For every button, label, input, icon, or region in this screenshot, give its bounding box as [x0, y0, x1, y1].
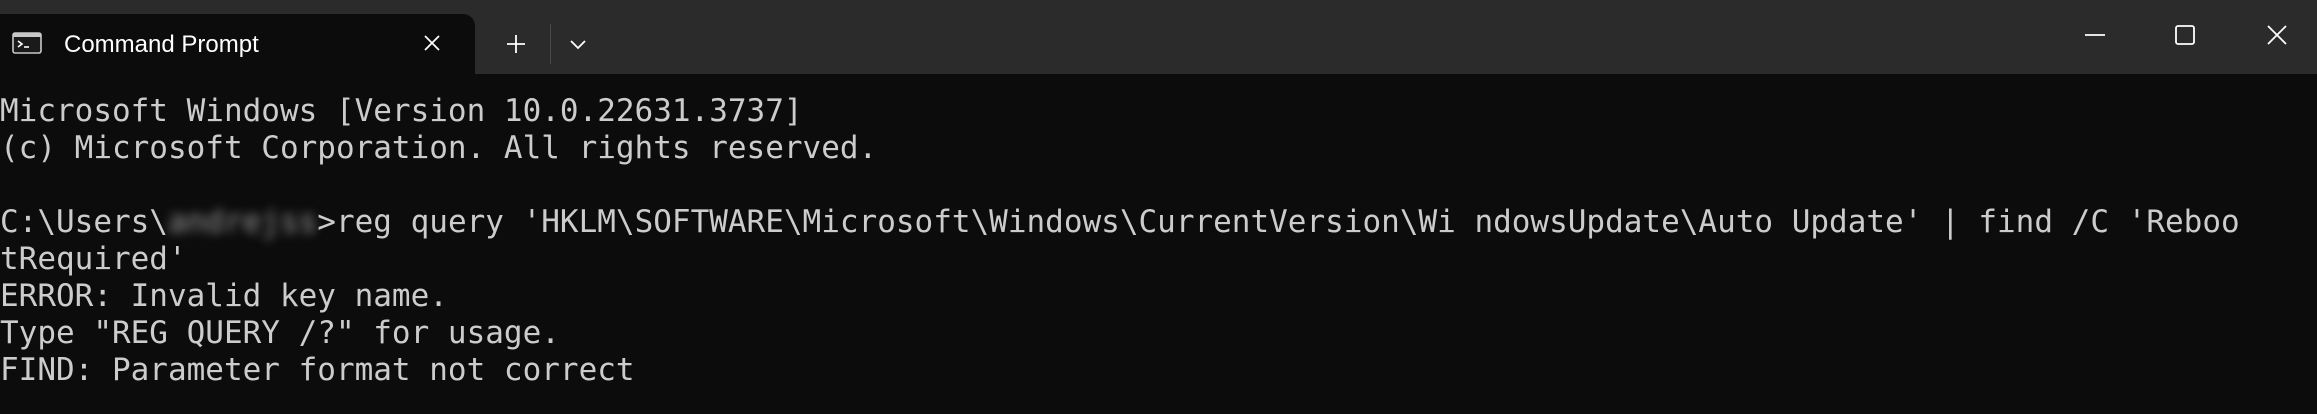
command-line-wrap: tRequired': [0, 241, 187, 277]
usage-line: Type "REG QUERY /?" for usage.: [0, 315, 560, 351]
command-prompt-icon: [12, 32, 42, 54]
command-line: C:\Users\andrejss>reg query 'HKLM\SOFTWA…: [0, 204, 2317, 241]
version-line: Microsoft Windows [Version 10.0.22631.37…: [0, 93, 803, 129]
command-text: >reg query 'HKLM\SOFTWARE\Microsoft\Wind…: [317, 204, 2240, 240]
terminal-output[interactable]: Microsoft Windows [Version 10.0.22631.37…: [0, 93, 2317, 389]
tab-divider: [550, 24, 551, 64]
chevron-down-icon: [570, 40, 586, 50]
minimize-button[interactable]: [2060, 10, 2130, 60]
close-icon: [2267, 25, 2287, 45]
maximize-button[interactable]: [2150, 10, 2220, 60]
copyright-line: (c) Microsoft Corporation. All rights re…: [0, 130, 878, 166]
prompt-path: C:\Users\: [0, 204, 168, 240]
tab-command-prompt[interactable]: Command Prompt: [0, 14, 475, 74]
maximize-icon: [2175, 25, 2195, 45]
close-window-button[interactable]: [2242, 10, 2312, 60]
title-bar: Command Prompt: [0, 0, 2317, 74]
error-line: ERROR: Invalid key name.: [0, 278, 448, 314]
close-tab-icon[interactable]: [417, 28, 447, 58]
plus-icon: [507, 35, 525, 53]
minimize-icon: [2085, 34, 2105, 36]
tab-title: Command Prompt: [64, 31, 259, 58]
redacted-username: andrejss: [167, 204, 318, 240]
tab-dropdown-button[interactable]: [556, 22, 600, 66]
find-error-line: FIND: Parameter format not correct: [0, 352, 635, 388]
terminal-window: Command Prompt Microsoft Windows [Versio…: [0, 0, 2317, 414]
new-tab-button[interactable]: [494, 22, 538, 66]
